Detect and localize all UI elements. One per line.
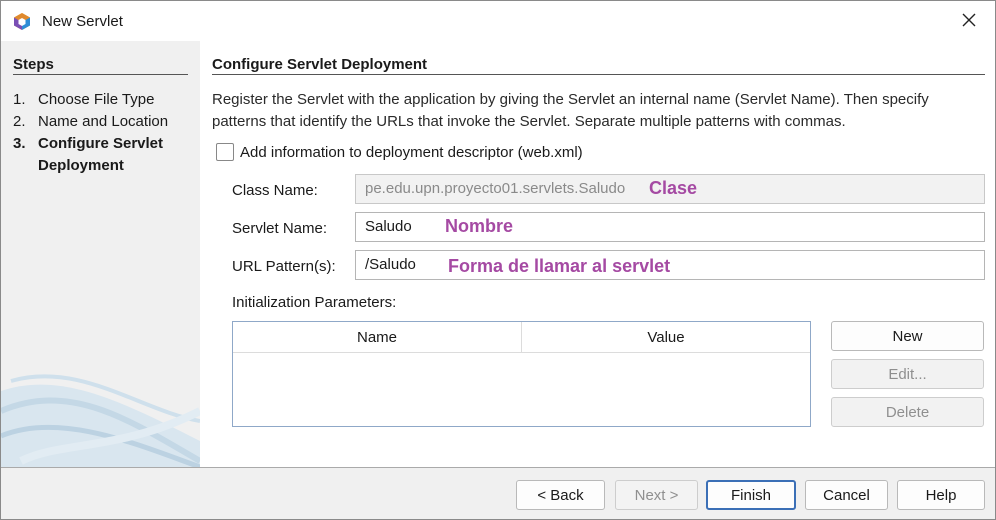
back-button[interactable]: < Back xyxy=(516,480,605,510)
help-button[interactable]: Help xyxy=(897,480,985,510)
new-param-button[interactable]: New xyxy=(831,321,984,351)
steps-divider xyxy=(13,74,188,75)
next-button[interactable]: Next > xyxy=(615,480,698,510)
init-params-table[interactable]: Name Value xyxy=(232,321,811,427)
new-servlet-dialog: New Servlet Steps 1. Choose File Type 2.… xyxy=(0,0,996,520)
step-label: Name and Location xyxy=(38,113,169,130)
url-pattern-label: URL Pattern(s): xyxy=(232,258,336,275)
steps-panel: Steps 1. Choose File Type 2. Name and Lo… xyxy=(1,41,200,467)
cancel-button[interactable]: Cancel xyxy=(805,480,888,510)
finish-button[interactable]: Finish xyxy=(706,480,796,510)
netbeans-logo-icon xyxy=(14,13,30,30)
section-divider xyxy=(212,74,985,75)
column-header-value[interactable]: Value xyxy=(521,322,810,352)
step-number: 2. xyxy=(13,113,26,130)
checkbox-label: Add information to deployment descriptor… xyxy=(240,143,583,161)
window-title: New Servlet xyxy=(42,13,123,30)
class-name-label: Class Name: xyxy=(232,182,318,199)
init-params-label: Initialization Parameters: xyxy=(232,294,397,311)
table-header: Name Value xyxy=(233,322,810,353)
step-item: 2. Name and Location xyxy=(13,111,193,133)
url-annotation: Forma de llamar al servlet xyxy=(448,256,671,276)
steps-list: 1. Choose File Type 2. Name and Location… xyxy=(13,89,193,177)
step-label: Choose File Type xyxy=(38,91,155,108)
footer-bar: < Back Next > Finish Cancel Help xyxy=(1,468,995,519)
title-bar: New Servlet xyxy=(1,1,995,41)
description-text: Register the Servlet with the applicatio… xyxy=(212,91,929,130)
steps-heading: Steps xyxy=(13,56,54,73)
name-annotation: Nombre xyxy=(445,216,514,236)
delete-param-button[interactable]: Delete xyxy=(831,397,984,427)
step-number: 1. xyxy=(13,91,26,108)
section-heading: Configure Servlet Deployment xyxy=(212,56,428,73)
content-panel: Configure Servlet Deployment Register th… xyxy=(200,41,995,467)
edit-param-button[interactable]: Edit... xyxy=(831,359,984,389)
decorative-swoosh-graphic xyxy=(1,374,200,467)
class-annotation: Clase xyxy=(649,178,698,198)
step-item-current: 3. Configure Servlet Deployment xyxy=(13,133,193,177)
deployment-descriptor-option[interactable]: Add information to deployment descriptor… xyxy=(216,143,583,161)
step-item: 1. Choose File Type xyxy=(13,89,193,111)
column-header-name[interactable]: Name xyxy=(233,322,521,352)
step-label: Configure Servlet Deployment xyxy=(38,135,164,174)
close-button[interactable] xyxy=(949,5,989,35)
servlet-name-label: Servlet Name: xyxy=(232,220,328,237)
step-number: 3. xyxy=(13,135,26,152)
close-icon xyxy=(962,13,976,27)
add-to-web-xml-checkbox[interactable] xyxy=(216,143,234,161)
